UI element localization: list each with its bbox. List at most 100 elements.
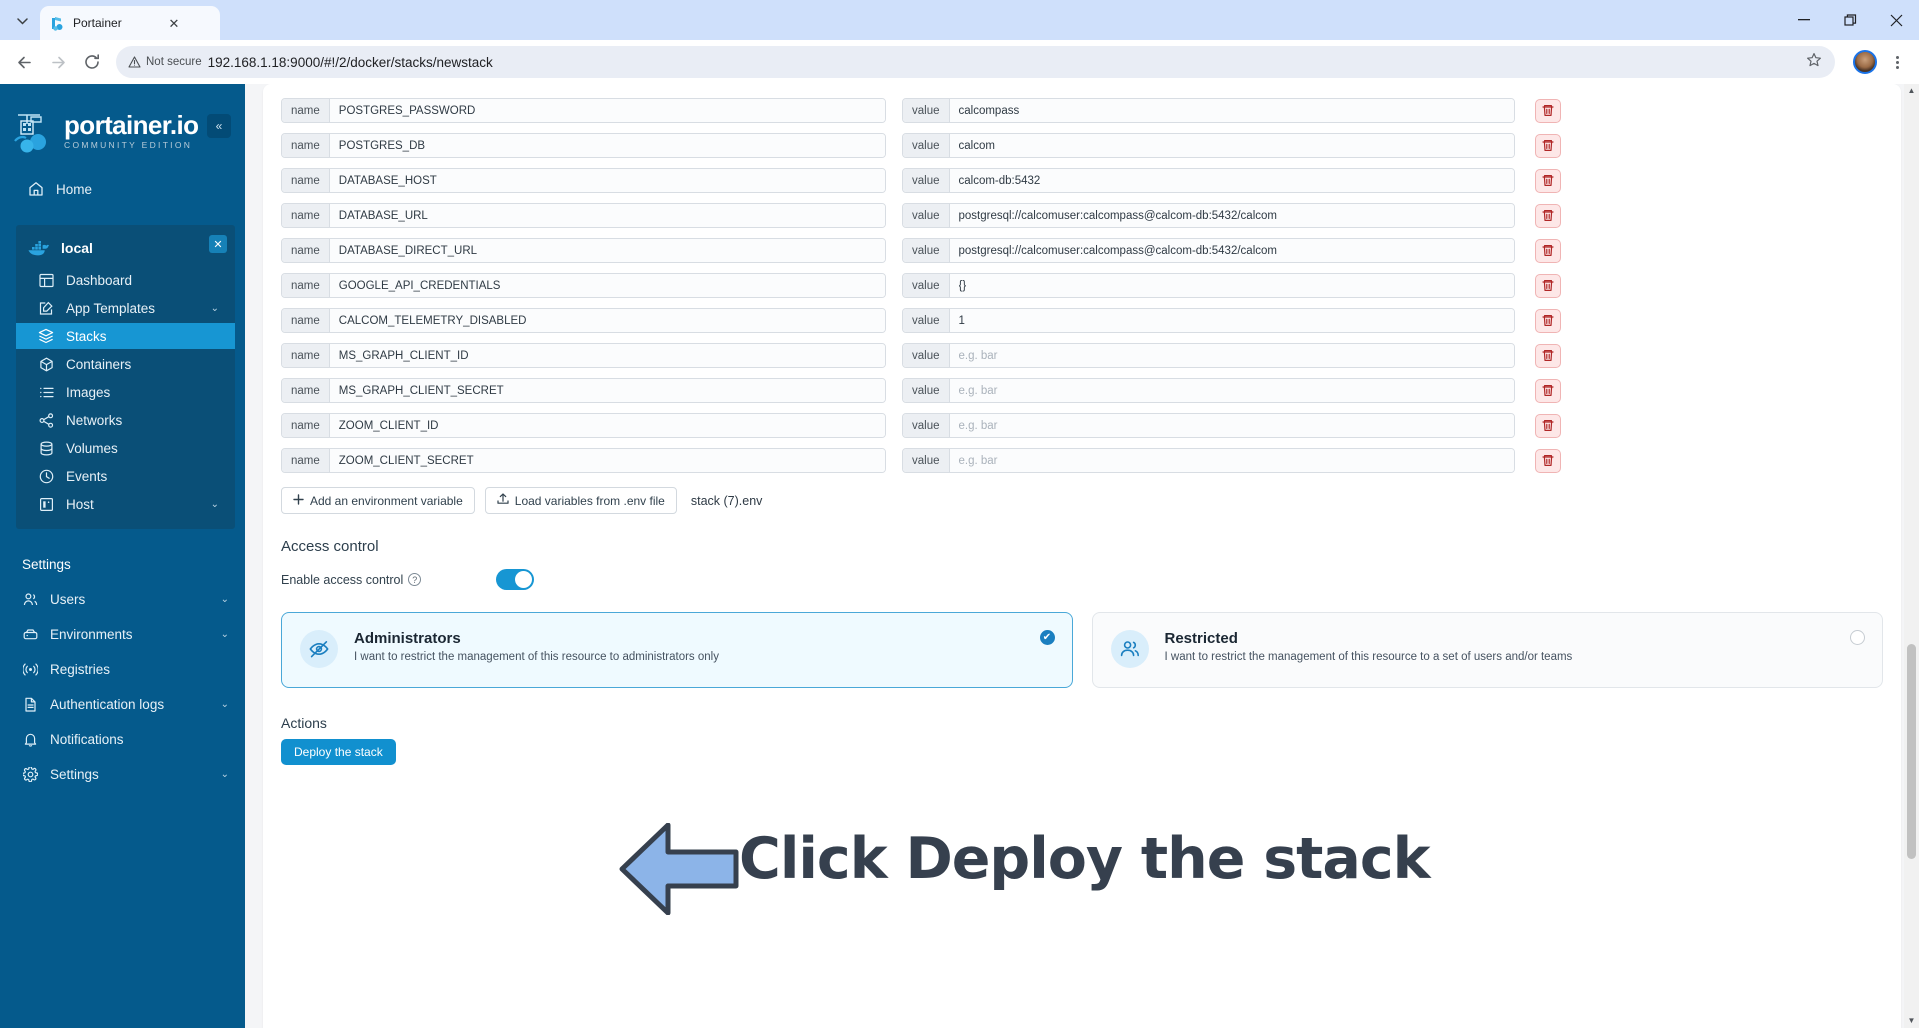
env-value-input[interactable]	[949, 239, 1514, 262]
tab-search-chevron-icon[interactable]	[4, 5, 40, 37]
delete-environment-variable-button[interactable]	[1535, 378, 1561, 403]
delete-environment-variable-button[interactable]	[1535, 448, 1561, 473]
environment-variable-row: name value	[281, 273, 1883, 298]
env-value-input[interactable]	[949, 309, 1514, 332]
env-name-input[interactable]	[329, 344, 885, 367]
delete-environment-variable-button[interactable]	[1535, 308, 1561, 333]
sidebar-item-dashboard[interactable]: Dashboard	[16, 267, 235, 293]
add-environment-variable-button[interactable]: Add an environment variable	[281, 487, 475, 514]
deploy-the-stack-button[interactable]: Deploy the stack	[281, 739, 396, 765]
access-option-radio[interactable]	[1850, 630, 1865, 645]
sidebar-item-label: Settings	[50, 766, 99, 782]
sidebar-environment-close-icon[interactable]: ✕	[209, 235, 227, 253]
env-value-input[interactable]	[949, 449, 1514, 472]
env-name-input[interactable]	[329, 414, 885, 437]
bell-icon	[22, 731, 38, 747]
sidebar-item-images[interactable]: Images	[16, 379, 235, 405]
scrollbar-thumb[interactable]	[1907, 644, 1916, 859]
address-bar[interactable]: Not secure 192.168.1.18:9000/#!/2/docker…	[116, 46, 1835, 78]
sidebar-environment-header[interactable]: local	[16, 233, 235, 263]
browser-menu-icon[interactable]	[1883, 47, 1911, 77]
delete-environment-variable-button[interactable]	[1535, 238, 1561, 263]
access-option-selected-check-icon[interactable]: ✔	[1039, 630, 1055, 645]
templates-icon	[38, 300, 54, 316]
access-option-administrators[interactable]: Administrators I want to restrict the ma…	[281, 612, 1073, 688]
sidebar-item-containers[interactable]: Containers	[16, 351, 235, 377]
sidebar-item-app-templates[interactable]: App Templates ⌄	[16, 295, 235, 321]
back-button-icon[interactable]	[8, 46, 40, 78]
sidebar-item-volumes[interactable]: Volumes	[16, 435, 235, 461]
delete-environment-variable-button[interactable]	[1535, 343, 1561, 368]
sidebar-item-label: Users	[50, 591, 86, 607]
delete-environment-variable-button[interactable]	[1535, 413, 1561, 438]
sidebar-item-home[interactable]: Home	[0, 176, 245, 202]
env-value-input[interactable]	[949, 134, 1514, 157]
sidebar-item-notifications[interactable]: Notifications	[0, 726, 245, 752]
delete-environment-variable-button[interactable]	[1535, 168, 1561, 193]
scroll-down-arrow-icon[interactable]: ▼	[1908, 1014, 1916, 1028]
env-name-input[interactable]	[329, 99, 885, 122]
env-value-input[interactable]	[949, 169, 1514, 192]
sidebar-item-registries[interactable]: Registries	[0, 656, 245, 682]
browser-tab[interactable]: Portainer ✕	[40, 6, 220, 40]
env-value-addon-label: value	[903, 379, 950, 402]
env-name-input[interactable]	[329, 239, 885, 262]
trash-icon	[1542, 385, 1554, 396]
env-value-addon-label: value	[903, 414, 950, 437]
sidebar-collapse-button[interactable]: «	[207, 114, 231, 138]
environment-variable-row: name value	[281, 238, 1883, 263]
sidebar-item-host[interactable]: Host ⌄	[16, 491, 235, 517]
load-env-file-button[interactable]: Load variables from .env file	[484, 487, 677, 514]
trash-icon	[1542, 245, 1554, 256]
delete-environment-variable-button[interactable]	[1535, 98, 1561, 123]
eye-off-icon	[300, 630, 338, 668]
env-value-input[interactable]	[949, 414, 1514, 437]
env-value-input[interactable]	[949, 344, 1514, 367]
sidebar-item-settings[interactable]: Settings ⌄	[0, 761, 245, 787]
reload-button-icon[interactable]	[76, 46, 108, 78]
profile-avatar[interactable]	[1853, 50, 1877, 74]
stacks-icon	[38, 328, 54, 344]
sidebar-item-label: Stacks	[66, 328, 107, 344]
env-value-addon-label: value	[903, 134, 950, 157]
sidebar-item-users[interactable]: Users ⌄	[0, 586, 245, 612]
delete-environment-variable-button[interactable]	[1535, 203, 1561, 228]
env-value-input[interactable]	[949, 379, 1514, 402]
forward-button-icon[interactable]	[42, 46, 74, 78]
env-name-input[interactable]	[329, 204, 885, 227]
env-name-addon-label: name	[282, 169, 330, 192]
env-value-input[interactable]	[949, 99, 1514, 122]
sidebar-item-authentication-logs[interactable]: Authentication logs ⌄	[0, 691, 245, 717]
enable-access-control-toggle[interactable]	[496, 569, 534, 590]
env-name-input[interactable]	[329, 274, 885, 297]
access-option-restricted[interactable]: Restricted I want to restrict the manage…	[1091, 612, 1883, 688]
bookmark-star-icon[interactable]	[1805, 52, 1823, 72]
trash-icon	[1542, 280, 1554, 291]
maximize-button[interactable]	[1827, 0, 1873, 40]
not-secure-badge[interactable]: Not secure	[128, 56, 202, 68]
env-name-input[interactable]	[329, 449, 885, 472]
close-window-button[interactable]	[1873, 0, 1919, 40]
sidebar-item-label: Environments	[50, 626, 133, 642]
sidebar-item-networks[interactable]: Networks	[16, 407, 235, 433]
env-name-input[interactable]	[329, 134, 885, 157]
env-value-input[interactable]	[949, 204, 1514, 227]
page-viewport: portainer.io COMMUNITY EDITION « Home lo…	[0, 84, 1919, 1028]
delete-environment-variable-button[interactable]	[1535, 133, 1561, 158]
sidebar-item-environments[interactable]: Environments ⌄	[0, 621, 245, 647]
env-name-input-group: name	[281, 133, 886, 158]
env-name-input[interactable]	[329, 379, 885, 402]
toggle-knob	[515, 571, 532, 588]
env-name-input[interactable]	[329, 309, 885, 332]
scroll-up-arrow-icon[interactable]: ▲	[1908, 84, 1916, 98]
env-name-input-group: name	[281, 203, 886, 228]
env-value-input[interactable]	[949, 274, 1514, 297]
env-name-input[interactable]	[329, 169, 885, 192]
sidebar-item-events[interactable]: Events	[16, 463, 235, 489]
sidebar-item-stacks[interactable]: Stacks	[16, 323, 235, 349]
delete-environment-variable-button[interactable]	[1535, 273, 1561, 298]
page-scrollbar[interactable]: ▲ ▼	[1904, 84, 1919, 1028]
tab-close-icon[interactable]: ✕	[166, 17, 182, 30]
minimize-button[interactable]	[1781, 0, 1827, 40]
question-icon[interactable]: ?	[408, 573, 422, 586]
